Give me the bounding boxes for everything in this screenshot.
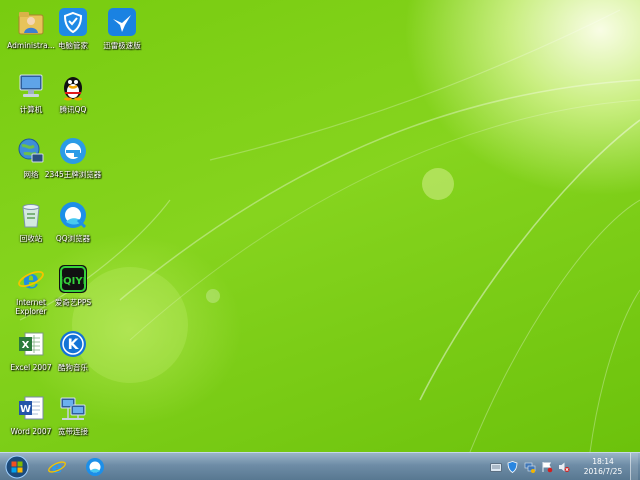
ie-icon: e [48, 458, 66, 477]
kugou-icon: K [57, 328, 89, 360]
svg-text:K: K [68, 337, 80, 353]
taskbar-qq-browser-button[interactable] [80, 454, 110, 480]
shield-icon [57, 6, 89, 38]
desktop-icon-iqiyi[interactable]: iQIYI 爱奇艺PPS [42, 263, 104, 325]
svg-text:W: W [20, 404, 31, 415]
desktop-icon-label: 宽带连接 [58, 427, 88, 436]
system-tray: 18:14 2016/7/25 [489, 453, 638, 480]
desktop-icon-label: 迅雷极速版 [103, 41, 141, 50]
clock[interactable]: 18:14 2016/7/25 [580, 457, 626, 477]
iqiyi-icon: iQIYI [57, 263, 89, 295]
volume-muted-icon[interactable] [557, 461, 570, 474]
desktop: Administra... 计算机 网络 回收站 e Internet Expl… [0, 0, 640, 452]
browser-e-icon [57, 135, 89, 167]
clock-time: 18:14 [592, 457, 614, 466]
penguin-icon [57, 70, 89, 102]
desktop-icon-label: 腾讯QQ [59, 105, 87, 114]
taskbar-ie-button[interactable]: e [42, 454, 72, 480]
desktop-icon-label: 酷狗音乐 [58, 363, 88, 372]
svg-text:e: e [23, 265, 40, 294]
desktop-icon-kugou[interactable]: K 酷狗音乐 [42, 328, 104, 390]
desktop-icon-qq[interactable]: 腾讯QQ [42, 70, 104, 132]
desktop-icon-2345-browser[interactable]: 2345王牌浏览器 [42, 135, 104, 197]
show-desktop-button[interactable] [630, 453, 638, 480]
taskbar: e 18:14 2016/7/25 [0, 452, 640, 480]
svg-text:X: X [22, 340, 30, 351]
broadband-icon [57, 392, 89, 424]
flag-icon[interactable] [540, 461, 553, 474]
clock-date: 2016/7/25 [583, 467, 623, 476]
qq-browser-icon [57, 199, 89, 231]
desktop-icon-label: QQ浏览器 [55, 234, 91, 243]
svg-text:e: e [52, 458, 63, 477]
bird-icon [106, 6, 138, 38]
start-button[interactable] [2, 454, 32, 480]
desktop-icon-label: 2345王牌浏览器 [44, 170, 102, 179]
desktop-icon-broadband[interactable]: 宽带连接 [42, 392, 104, 452]
desktop-icon-thunder[interactable]: 迅雷极速版 [91, 6, 153, 68]
shield-tray-icon[interactable] [506, 461, 519, 474]
desktop-icon-qq-browser[interactable]: QQ浏览器 [42, 199, 104, 261]
network-tray-icon[interactable] [523, 461, 536, 474]
qq-browser-icon [86, 458, 104, 476]
svg-text:iQIYI: iQIYI [60, 276, 87, 287]
desktop-icon-label: 爱奇艺PPS [54, 298, 92, 307]
keyboard-icon[interactable] [489, 461, 502, 474]
start-orb-icon [5, 455, 29, 479]
